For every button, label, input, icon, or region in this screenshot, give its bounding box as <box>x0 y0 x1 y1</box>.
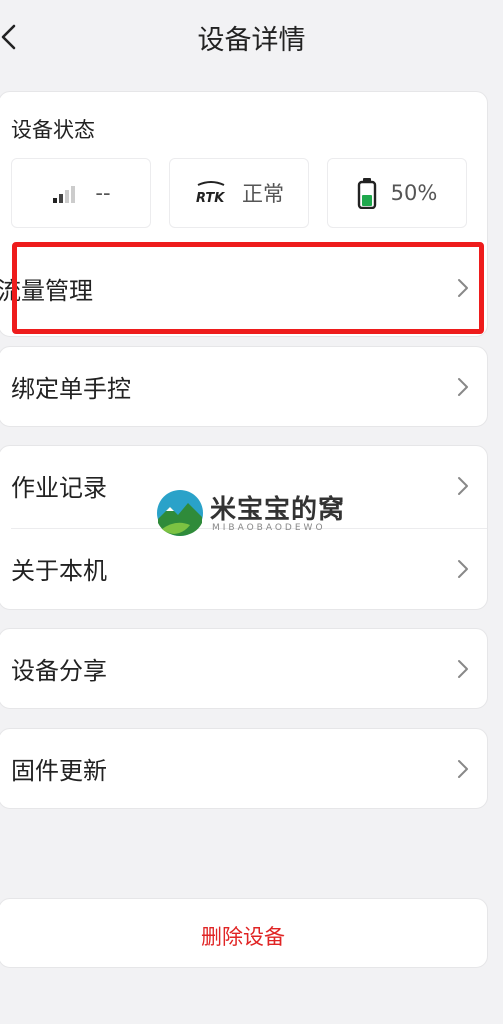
device-share-label: 设备分享 <box>11 657 107 685</box>
work-records-label: 作业记录 <box>11 474 107 502</box>
bind-controller-row[interactable]: 绑定单手控 <box>0 347 487 427</box>
traffic-management-row[interactable]: 流量管理 <box>0 248 487 328</box>
rtk-tile: RTK 正常 <box>169 158 309 228</box>
header-bar: 设备详情 <box>0 0 503 72</box>
delete-device-button[interactable]: 删除设备 <box>0 898 488 968</box>
status-section-title: 设备状态 <box>11 118 95 142</box>
battery-tile: 50% <box>327 158 467 228</box>
about-device-label: 关于本机 <box>11 557 107 585</box>
firmware-card: 固件更新 <box>0 728 488 809</box>
chevron-right-icon <box>458 279 468 297</box>
chevron-right-icon <box>458 760 468 778</box>
firmware-update-row[interactable]: 固件更新 <box>0 729 487 809</box>
battery-level-fill <box>361 195 372 206</box>
device-share-row[interactable]: 设备分享 <box>0 629 487 709</box>
rtk-value: 正常 <box>242 182 284 206</box>
share-card: 设备分享 <box>0 628 488 709</box>
bind-controller-label: 绑定单手控 <box>11 375 131 403</box>
traffic-management-label: 流量管理 <box>0 277 93 305</box>
device-status-card: 设备状态 -- RTK 正常 50% 流量管理 <box>0 91 488 337</box>
watermark: 米宝宝的窝 MIBAOBAODEWO <box>156 489 366 539</box>
rtk-icon-text: RTK <box>196 191 225 206</box>
watermark-logo-icon <box>157 490 203 536</box>
chevron-right-icon <box>458 477 468 495</box>
watermark-text: 米宝宝的窝 <box>210 495 346 525</box>
signal-tile: -- <box>11 158 151 228</box>
firmware-update-label: 固件更新 <box>11 757 107 785</box>
rtk-icon: RTK <box>196 181 225 206</box>
about-device-row[interactable]: 关于本机 <box>0 529 487 609</box>
page-title: 设备详情 <box>197 25 306 56</box>
chevron-right-icon <box>458 560 468 578</box>
chevron-right-icon <box>458 378 468 396</box>
battery-value: 50% <box>390 181 438 205</box>
watermark-subtext: MIBAOBAODEWO <box>212 523 326 533</box>
signal-value: -- <box>95 181 111 205</box>
delete-device-label: 删除设备 <box>201 925 285 949</box>
bind-controller-card: 绑定单手控 <box>0 346 488 427</box>
chevron-right-icon <box>458 660 468 678</box>
signal-icon <box>53 186 76 203</box>
battery-icon <box>357 178 376 209</box>
